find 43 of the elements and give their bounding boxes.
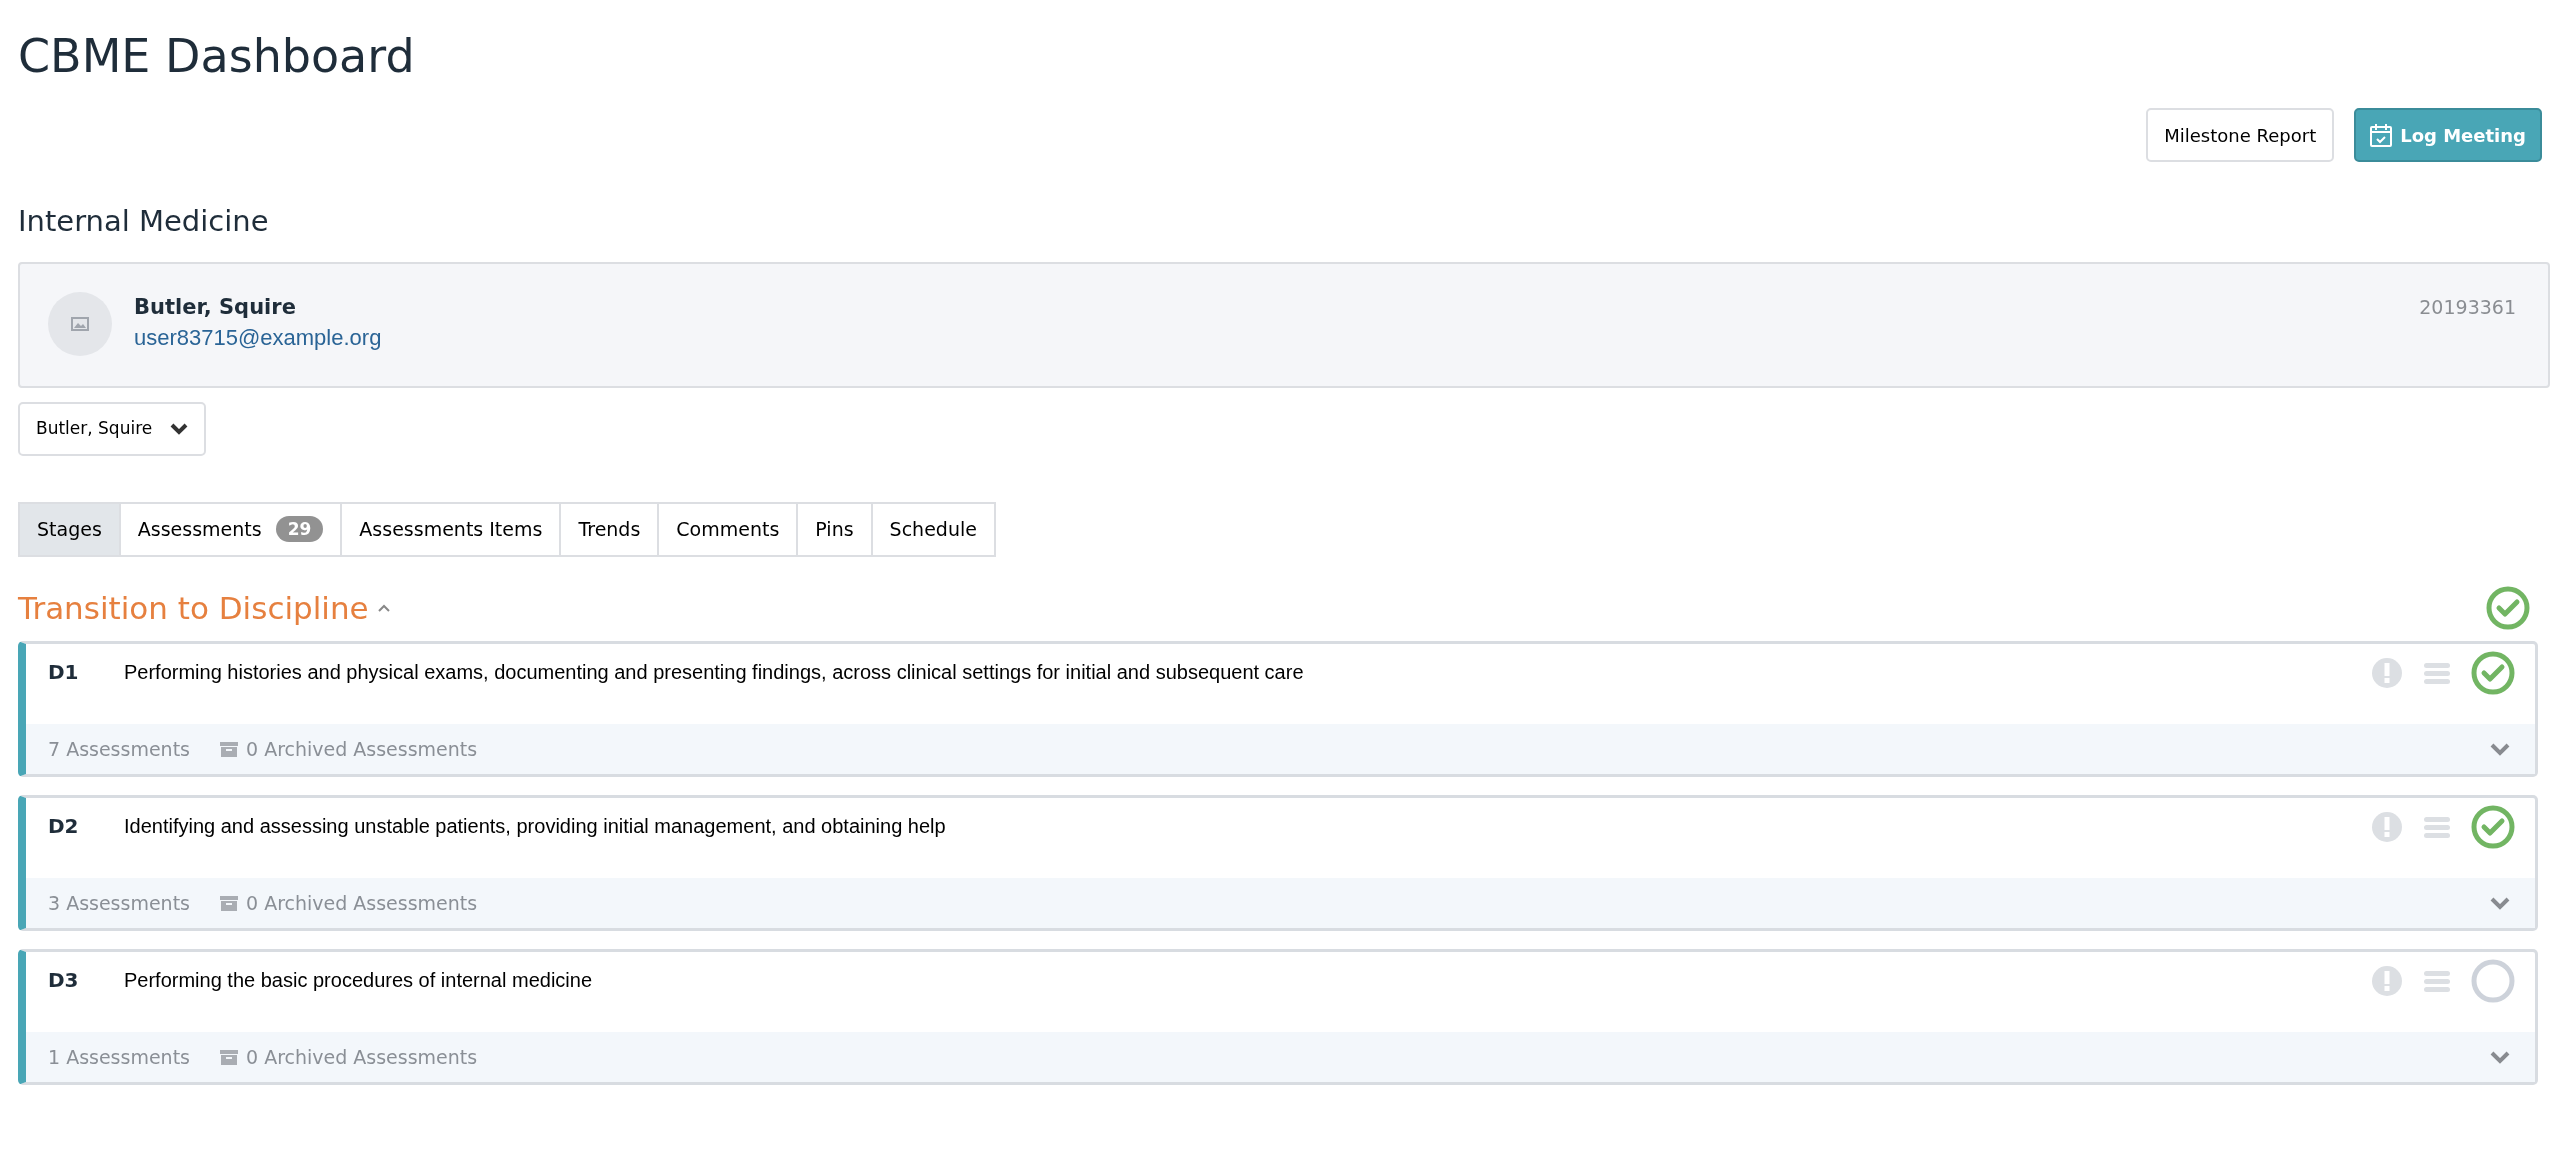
chevron-down-icon [170, 422, 189, 435]
learner-number: 20193361 [2419, 294, 2516, 320]
chevron-down-icon[interactable] [2489, 1050, 2511, 1064]
chevron-down-icon[interactable] [2489, 896, 2511, 910]
tab[interactable]: Pins [796, 501, 873, 557]
tab[interactable]: Trends [559, 501, 660, 557]
list-icon[interactable] [2423, 661, 2451, 685]
exclamation-circle-icon[interactable] [2371, 811, 2403, 843]
tab[interactable]: Assessments Items [340, 501, 562, 557]
epa-title: Identifying and assessing unstable patients, providing initial management, and obtaining help [124, 814, 947, 839]
exclamation-circle-icon[interactable] [2371, 657, 2403, 689]
email-link[interactable]: user83715@example.org [134, 321, 382, 354]
list-icon[interactable] [2423, 815, 2451, 839]
tab[interactable]: Assessments 29 [118, 501, 343, 557]
epa-code: D1 [48, 659, 80, 686]
archive-icon [220, 895, 238, 911]
epa-title: Performing the basic procedures of internal medicine [124, 968, 594, 993]
archive-icon [220, 741, 238, 757]
tab[interactable]: Schedule [870, 501, 996, 557]
program-heading: Internal Medicine [18, 203, 269, 240]
archived-count: 0 Archived Assessments [246, 890, 478, 916]
milestone-report-button[interactable]: Milestone Report [2146, 108, 2335, 162]
epa-code: D3 [48, 967, 80, 994]
page-title: CBME Dashboard [18, 28, 415, 85]
learner-name: Butler, Squire [134, 293, 296, 321]
calendar-check-icon [2370, 123, 2393, 147]
epa-code: D2 [48, 813, 80, 840]
chevron-down-icon[interactable] [2489, 742, 2511, 756]
image-icon [71, 316, 89, 331]
learner-select[interactable]: Butler, Squire [18, 401, 207, 456]
list-icon[interactable] [2423, 969, 2451, 993]
archived-count: 0 Archived Assessments [246, 1044, 478, 1070]
archive-icon [220, 1049, 238, 1065]
assessment-count: 1 Assessments [48, 1044, 190, 1070]
epa-title: Performing histories and physical exams, documenting and presenting findings, across clinical settings for initial and subsequent care [124, 660, 1305, 685]
caret-up-icon[interactable] [376, 602, 391, 613]
assessment-count: 3 Assessments [48, 890, 190, 916]
count-badge: 29 [275, 516, 324, 542]
tab[interactable]: Comments [657, 501, 799, 557]
tab[interactable]: Stages [18, 501, 121, 557]
archived-count: 0 Archived Assessments [246, 736, 478, 762]
exclamation-circle-icon[interactable] [2371, 965, 2403, 997]
assessment-count: 7 Assessments [48, 736, 190, 762]
